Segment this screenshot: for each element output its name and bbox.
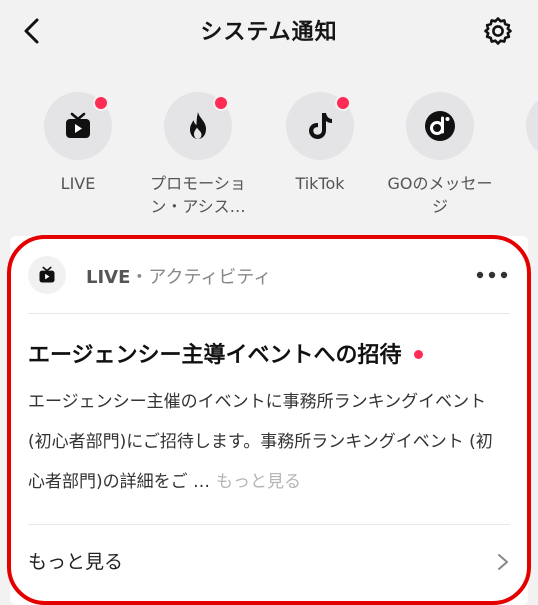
card-source-label: LIVE・アクティビティ [86,263,271,289]
channel-promotion-assistant[interactable]: プロモーション・アシス… [138,92,258,218]
see-more-row[interactable]: もっと見る [10,532,528,592]
channel-label: プロモーション・アシス… [150,174,246,216]
more-options-icon[interactable] [474,265,510,285]
channel-tiktok-avatar [286,92,354,160]
channel-go-avatar [406,92,474,160]
notification-card[interactable]: LIVE・アクティビティ エージェンシー主導イベントへの招待 エージェンシー主催… [10,236,528,605]
unread-dot [93,95,109,111]
page-title: システム通知 [200,20,338,45]
chevron-right-icon [498,554,508,570]
channel-partial[interactable]: ビ ア [500,92,538,195]
unread-dot [213,95,229,111]
unread-dot [335,95,351,111]
card-header: LIVE・アクティビティ [28,256,510,294]
channel-go-message[interactable]: GOのメッセージ [380,92,500,218]
channel-label: LIVE [60,174,96,193]
card-source-name: LIVE [86,267,131,288]
see-more-label: もっと見る [28,551,124,573]
channel-partial-avatar [526,92,538,160]
see-more-inline-link[interactable]: もっと見る [216,472,301,492]
channel-promotion-avatar [164,92,232,160]
notification-title-text: エージェンシー主導イベントへの招待 [28,343,402,368]
card-divider [28,524,510,525]
unread-dot [413,349,423,359]
notification-title: エージェンシー主導イベントへの招待 [28,337,423,369]
header-bar: システム通知 [0,0,538,62]
notification-body: エージェンシー主催のイベントに事務所ランキングイベント (初心者部門)にご招待し… [28,382,508,502]
channel-label: ビ ア [500,172,538,195]
channel-live[interactable]: LIVE [18,92,138,195]
card-source-avatar [28,256,66,294]
tiktok-logo-icon [309,113,332,139]
live-tv-icon [39,266,55,283]
channel-label: GOのメッセージ [387,174,493,216]
gear-icon[interactable] [482,15,514,47]
live-tv-icon [66,112,90,138]
channel-label: TikTok [295,174,345,193]
card-category: ・アクティビティ [130,267,272,288]
notification-channel-row: LIVE プロモーション・アシス… TikTok GOのメッセージ [0,92,538,232]
go-logo-icon [425,111,455,141]
channel-live-avatar [44,92,112,160]
flame-icon [190,112,206,139]
channel-tiktok[interactable]: TikTok [260,92,380,195]
card-divider [28,313,510,314]
